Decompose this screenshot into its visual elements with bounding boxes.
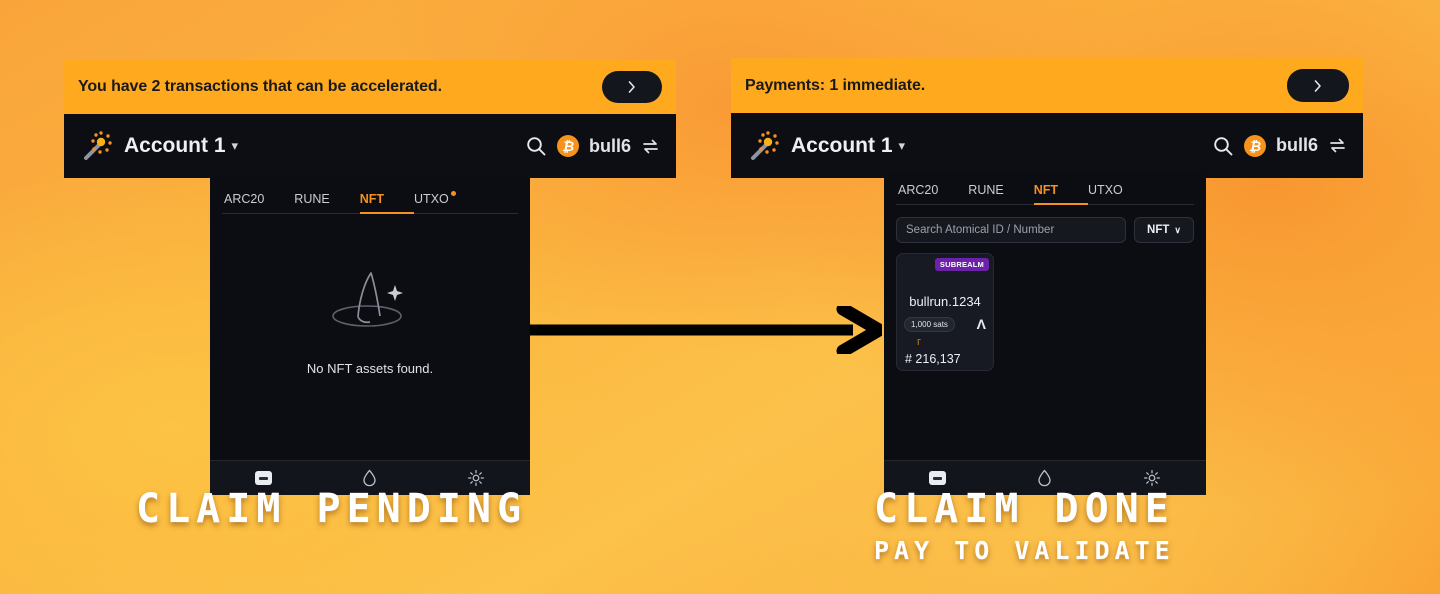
tab-utxo-label: UTXO [1088,183,1123,197]
bitcoin-icon[interactable]: ₿ [556,135,579,157]
wizard-hat-icon [332,271,403,327]
right-account-actions: ₿ bull6 [1212,134,1347,157]
nft-card-number: # 216,137 [905,352,961,366]
magic-wand-icon [84,131,112,160]
left-account-bar: Account 1 ▾ ₿ bull6 [64,114,676,178]
right-notification-text: Payments: 1 immediate. [745,76,926,94]
left-wallet-body: ARC20 RUNE NFT UTXO No NFT assets found. [210,178,530,495]
nft-type-filter-button[interactable]: NFT ∨ [1134,217,1194,243]
flame-icon [363,469,376,487]
chevron-right-icon [1314,79,1321,92]
tab-rune-label: RUNE [294,192,330,206]
tab-utxo[interactable]: UTXO [1088,183,1123,204]
bitcoin-symbol: ₿ [1248,137,1262,154]
tab-rune-label: RUNE [968,183,1004,197]
tab-utxo[interactable]: UTXO [414,191,456,213]
nft-type-filter-label: NFT [1147,224,1170,236]
swap-icon[interactable] [641,137,660,156]
nav-settings-button[interactable] [1143,469,1161,487]
tab-nft-label: NFT [1033,183,1059,197]
nft-card-footer: 1,000 sats Λ [897,316,993,332]
left-network-label[interactable]: bull6 [589,136,631,157]
tab-utxo-badge-dot [450,191,456,196]
right-caption-line1: CLAIM DONE [874,486,1175,532]
tab-rune[interactable]: RUNE [968,183,1033,204]
left-screenshot-panel: You have 2 transactions that can be acce… [64,60,676,178]
nft-card-bullrun[interactable]: SUBREALM bullrun.1234 1,000 sats Λ г # 2… [896,253,994,371]
tab-arc20-label: ARC20 [224,192,265,206]
nft-search-row: Search Atomical ID / Number NFT ∨ [896,217,1194,243]
left-caption-line1: CLAIM PENDING [136,486,528,532]
right-account-caret[interactable]: ▾ [899,138,906,154]
atomicals-logo-icon: Λ [976,316,986,332]
chevron-down-icon: ∨ [1174,224,1181,235]
gear-icon [468,469,485,487]
right-caption-line2: PAY TO VALIDATE [874,536,1175,565]
nft-card-tick-mark: г [917,336,922,348]
tab-nft-label: NFT [359,192,385,206]
search-input-placeholder: Search Atomical ID / Number [906,224,1055,236]
left-notification-text: You have 2 transactions that can be acce… [78,78,442,95]
flow-arrow-right [527,306,882,354]
search-icon[interactable] [525,135,547,157]
left-empty-state-text: No NFT assets found. [306,360,434,376]
right-tab-bar: ARC20 RUNE NFT UTXO [896,183,1194,205]
tab-arc20-label: ARC20 [898,183,939,197]
right-wallet-body: ARC20 RUNE NFT UTXO Search Atomical ID /… [884,173,1206,495]
nav-flame-button[interactable] [1036,469,1053,487]
nav-flame-button[interactable] [361,469,378,487]
bitcoin-symbol: ₿ [561,138,575,154]
chevron-right-icon [628,81,635,93]
left-notification-next-button[interactable] [602,71,662,103]
right-network-label[interactable]: bull6 [1276,135,1318,156]
nft-card-title: bullrun.1234 [909,294,981,309]
right-account-bar: Account 1 ▾ ₿ bull6 [731,113,1363,178]
tab-nft[interactable]: NFT [359,192,415,214]
bitcoin-icon[interactable]: ₿ [1243,134,1266,157]
left-empty-state: No NFT assets found. [210,214,530,460]
right-account-name[interactable]: Account 1 [791,134,893,158]
right-screenshot-panel: Payments: 1 immediate. Account 1 ▾ ₿ bul… [731,58,1363,178]
tab-arc20[interactable]: ARC20 [224,192,294,213]
nav-wallet-button[interactable] [929,471,946,485]
nft-card-badge: SUBREALM [934,258,989,271]
tab-rune[interactable]: RUNE [294,192,359,213]
nav-settings-button[interactable] [467,469,485,487]
left-tab-bar: ARC20 RUNE NFT UTXO [222,191,518,214]
nft-card-sats: 1,000 sats [904,316,955,332]
gear-icon [1143,469,1161,487]
search-icon[interactable] [1212,135,1234,157]
search-input[interactable]: Search Atomical ID / Number [896,217,1126,243]
left-account-actions: ₿ bull6 [525,135,660,157]
tab-nft[interactable]: NFT [1033,183,1089,205]
swap-icon[interactable] [1328,136,1347,155]
magic-wand-icon [751,130,779,160]
left-notification-bar[interactable]: You have 2 transactions that can be acce… [64,60,676,114]
left-account-caret[interactable]: ▾ [232,138,239,154]
wallet-icon [929,471,946,485]
flame-icon [1038,469,1051,487]
nav-wallet-button[interactable] [254,471,272,485]
left-account-name[interactable]: Account 1 [124,134,226,158]
nft-grid: SUBREALM bullrun.1234 1,000 sats Λ г # 2… [884,243,1206,460]
tab-utxo-label: UTXO [414,192,449,206]
tab-arc20[interactable]: ARC20 [898,183,968,204]
right-notification-bar[interactable]: Payments: 1 immediate. [731,58,1363,113]
wallet-icon [254,471,272,485]
right-notification-next-button[interactable] [1287,69,1349,102]
